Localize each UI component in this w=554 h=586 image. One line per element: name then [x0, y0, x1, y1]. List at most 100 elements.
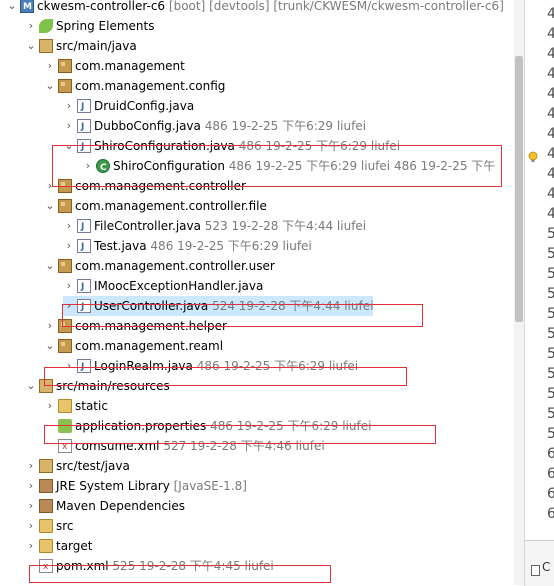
editor-line-gutter: 4 4 4 4 4 4 4 4 4 4 4 5 5 5 5 5 5 5 5 5 5 5 6 6 6 6: [524, 0, 554, 540]
comsume-xml-file[interactable]: comsume.xml 527 19-2-28 下午4:46 liufei: [44, 436, 325, 457]
package-management-node[interactable]: › com.management: [44, 56, 185, 76]
collapse-chevron-icon[interactable]: ⌄: [6, 0, 18, 16]
line-number: 4: [547, 186, 554, 202]
expand-chevron-icon[interactable]: ›: [25, 16, 37, 36]
expand-chevron-icon[interactable]: ›: [44, 176, 56, 196]
expand-chevron-icon[interactable]: ›: [63, 296, 75, 316]
tree-item-decoration: 486 19-2-25 下午6:29 liufei: [210, 419, 372, 433]
pom-xml-file[interactable]: pom.xml 525 19-2-28 下午4:45 liufei: [25, 556, 274, 577]
line-number: 4: [547, 6, 554, 22]
filecontroller-file[interactable]: › FileController.java 523 19-2-28 下午4:44 …: [63, 216, 366, 237]
java-file-icon: [77, 297, 91, 317]
collapse-chevron-icon[interactable]: ⌄: [44, 256, 56, 276]
package-helper-node[interactable]: › com.management.helper: [44, 316, 227, 336]
line-number: 6: [547, 486, 554, 502]
imoocexceptionhandler-file[interactable]: › IMoocExceptionHandler.java: [63, 276, 264, 297]
scrollbar-thumb[interactable]: [515, 56, 523, 322]
tree-item-label: com.management.controller: [75, 179, 246, 193]
package-controller-user-node[interactable]: ⌄ com.management.controller.user: [44, 256, 275, 276]
expand-chevron-icon[interactable]: ›: [44, 56, 56, 76]
jre-system-library-node[interactable]: › JRE System Library [JavaSE-1.8]: [25, 476, 247, 496]
expand-chevron-icon[interactable]: ›: [25, 516, 37, 536]
expand-chevron-icon[interactable]: ›: [63, 116, 75, 136]
collapse-chevron-icon[interactable]: ⌄: [63, 136, 75, 156]
tree-item-label: target: [56, 539, 93, 553]
expand-chevron-icon[interactable]: ›: [25, 496, 37, 516]
xml-file-icon: [39, 557, 53, 577]
tree-item-label: com.management.reaml: [75, 339, 224, 353]
package-icon: [58, 259, 72, 273]
expand-chevron-icon[interactable]: ›: [82, 156, 94, 176]
line-number: 6: [547, 446, 554, 462]
expand-chevron-icon[interactable]: ›: [63, 216, 75, 236]
expand-chevron-icon[interactable]: ›: [63, 236, 75, 256]
src-main-resources-node[interactable]: ⌄ src/main/resources: [25, 376, 170, 396]
expand-chevron-icon[interactable]: ›: [25, 456, 37, 476]
tree-item-decoration: 486 19-2-25 下午6:29 liufei: [238, 139, 401, 153]
package-reaml-node[interactable]: ⌄ com.management.reaml: [44, 336, 223, 356]
src-main-java-node[interactable]: ⌄ src/main/java: [25, 36, 137, 56]
line-number: 4: [547, 86, 554, 102]
line-number: 5: [547, 366, 554, 382]
folder-icon: [58, 399, 72, 413]
expand-chevron-icon[interactable]: ›: [63, 276, 75, 296]
collapse-chevron-icon[interactable]: ⌄: [44, 336, 56, 356]
line-number: 5: [547, 406, 554, 422]
console-tab-label[interactable]: C: [542, 560, 550, 574]
spring-elements-node[interactable]: › Spring Elements: [25, 16, 154, 36]
loginrealm-file[interactable]: › LoginRealm.java 486 19-2-25 下午6:29 liuf…: [63, 356, 358, 377]
maven-dependencies-node[interactable]: › Maven Dependencies: [25, 496, 185, 516]
tree-item-decoration: 524 19-2-28 下午4:44 liufei: [212, 299, 374, 313]
project-node[interactable]: ⌄ ckwesm-controller-c6 [boot] [devtools] …: [6, 0, 504, 17]
collapse-chevron-icon[interactable]: ⌄: [44, 76, 56, 96]
package-icon: [58, 319, 72, 333]
package-controller-file-node[interactable]: ⌄ com.management.controller.file: [44, 196, 267, 216]
druidconfig-file[interactable]: › DruidConfig.java: [63, 96, 195, 117]
tree-item-label: LoginRealm.java: [94, 359, 193, 373]
collapse-chevron-icon[interactable]: ⌄: [25, 376, 37, 396]
properties-file-icon: [58, 419, 72, 433]
line-number: 4: [547, 126, 554, 142]
java-file-icon: [77, 277, 91, 297]
tree-item-decoration: 486 19-2-25 下午6:29 liufei: [150, 239, 312, 253]
tree-item-label: application.properties: [75, 419, 207, 433]
line-number: 5: [547, 286, 554, 302]
tree-item-label: src/test/java: [56, 459, 130, 473]
expand-chevron-icon[interactable]: ›: [44, 316, 56, 336]
target-folder-node[interactable]: › target: [25, 536, 93, 556]
src-folder-node[interactable]: › src: [25, 516, 74, 536]
tree-item-label: static: [75, 399, 108, 413]
tree-item-label: com.management.helper: [75, 319, 227, 333]
line-number: 4: [547, 46, 554, 62]
shiroconfiguration-file[interactable]: ⌄ ShiroConfiguration.java 486 19-2-25 下午6…: [63, 136, 401, 157]
tree-item-decoration: 486 19-2-25 下午6:29 liufei 486 19-2-25 下午: [228, 159, 496, 173]
package-config-node[interactable]: ⌄ com.management.config: [44, 76, 225, 96]
warning-lightbulb-icon[interactable]: [527, 151, 539, 163]
expand-chevron-icon[interactable]: ›: [44, 396, 56, 416]
test-file[interactable]: › Test.java 486 19-2-25 下午6:29 liufei: [63, 236, 312, 257]
line-number: 4: [547, 146, 554, 162]
package-icon: [58, 199, 72, 213]
usercontroller-file[interactable]: › UserController.java 524 19-2-28 下午4:44 …: [63, 296, 374, 317]
static-folder-node[interactable]: › static: [44, 396, 108, 416]
collapse-chevron-icon[interactable]: ⌄: [44, 196, 56, 216]
src-test-java-node[interactable]: › src/test/java: [25, 456, 130, 476]
vertical-scrollbar[interactable]: [514, 0, 524, 585]
expand-chevron-icon[interactable]: ›: [25, 476, 37, 496]
dubboconfig-file[interactable]: › DubboConfig.java 486 19-2-25 下午6:29 liu…: [63, 116, 366, 137]
package-icon: [58, 79, 72, 93]
shiroconfiguration-class[interactable]: › ShiroConfiguration 486 19-2-25 下午6:29 l…: [82, 156, 496, 178]
line-number: 5: [547, 426, 554, 442]
line-number: 5: [547, 326, 554, 342]
tree-item-label: src: [56, 519, 74, 533]
tree-item-label: DruidConfig.java: [94, 99, 195, 113]
tree-item-label: JRE System Library: [56, 479, 170, 493]
line-number: 4: [547, 66, 554, 82]
package-icon: [58, 339, 72, 353]
collapse-chevron-icon[interactable]: ⌄: [25, 36, 37, 56]
expand-chevron-icon[interactable]: ›: [63, 356, 75, 376]
package-controller-node[interactable]: › com.management.controller: [44, 176, 246, 196]
expand-chevron-icon[interactable]: ›: [25, 536, 37, 556]
application-properties-file[interactable]: application.properties 486 19-2-25 下午6:2…: [44, 416, 371, 436]
expand-chevron-icon[interactable]: ›: [63, 96, 75, 116]
